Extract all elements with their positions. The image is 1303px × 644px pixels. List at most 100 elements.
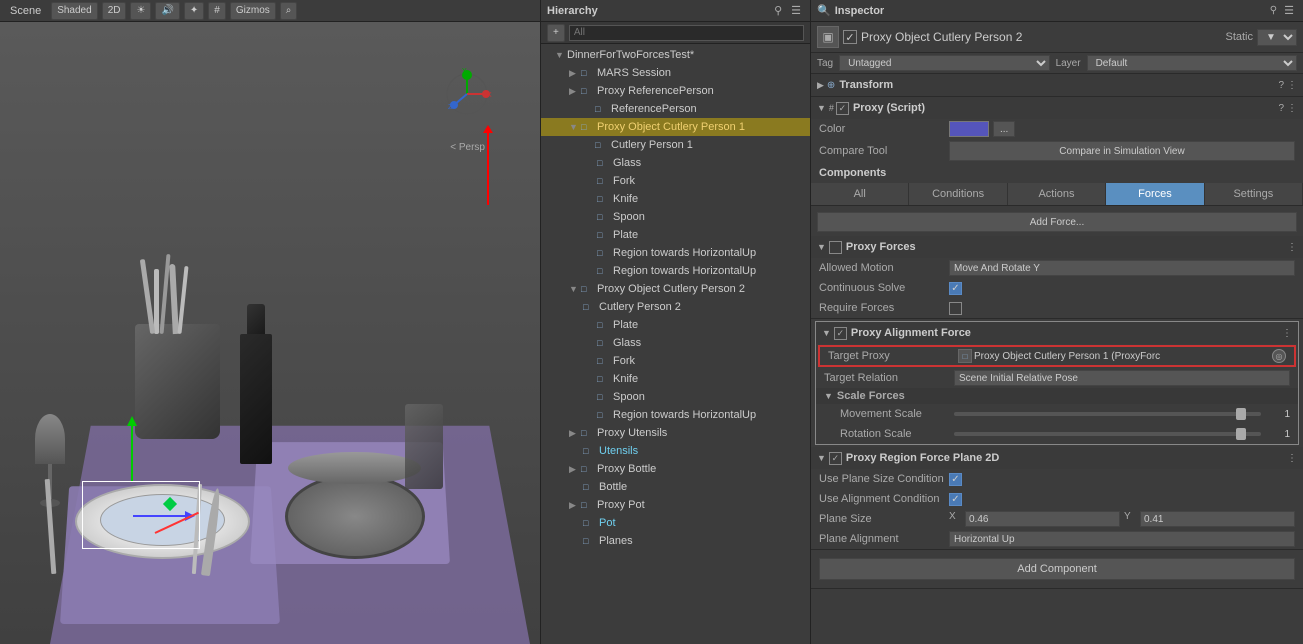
plane-size-xy: X Y — [949, 511, 1295, 527]
list-item[interactable]: ▶ □ Proxy Pot — [541, 496, 810, 514]
2d-button[interactable]: 2D — [102, 2, 127, 20]
list-item[interactable]: □ Knife — [541, 370, 810, 388]
list-item[interactable]: □ Fork — [541, 352, 810, 370]
inspector-header: 🔍 Inspector ⚲ ☰ — [811, 0, 1303, 22]
allowed-motion-dropdown[interactable]: Move And Rotate Y — [949, 260, 1295, 276]
continuous-solve-checkbox[interactable] — [949, 282, 962, 295]
tab-forces[interactable]: Forces — [1106, 183, 1204, 205]
inspector-menu-icon[interactable]: ☰ — [1281, 3, 1297, 18]
plane-size-y-input[interactable] — [1140, 511, 1295, 527]
hierarchy-add-btn[interactable]: + — [547, 24, 565, 42]
spoon1-icon: □ — [597, 212, 611, 222]
hierarchy-content[interactable]: ▼ DinnerForTwoForcesTest* ▶ □ MARS Sessi… — [541, 44, 810, 644]
plane-size-x-input[interactable] — [965, 511, 1120, 527]
fx-btn[interactable]: ✦ — [184, 2, 204, 20]
plane-alignment-dropdown[interactable]: Horizontal Up — [949, 531, 1295, 547]
transform-settings-icon[interactable]: ⋮ — [1287, 80, 1297, 91]
tab-conditions[interactable]: Conditions — [909, 183, 1007, 205]
hierarchy-menu-icon[interactable]: ☰ — [788, 3, 804, 18]
proxy-script-header[interactable]: ▼ # ✓ Proxy (Script) ? ⋮ — [811, 97, 1303, 119]
list-item[interactable]: □ Plate — [541, 316, 810, 334]
proxy-region-menu-icon[interactable]: ⋮ — [1287, 453, 1297, 464]
audio-btn[interactable]: 🔊 — [155, 2, 179, 20]
list-item[interactable]: ▶ □ ReferencePerson — [541, 100, 810, 118]
use-plane-size-checkbox[interactable] — [949, 473, 962, 486]
proxy-align-check[interactable]: ✓ — [834, 327, 847, 340]
compare-simulation-btn[interactable]: Compare in Simulation View — [949, 141, 1295, 161]
rotation-scale-slider[interactable] — [954, 432, 1261, 436]
tab-settings[interactable]: Settings — [1205, 183, 1303, 205]
region1a-icon: □ — [597, 248, 611, 258]
static-dropdown[interactable]: ▼ — [1257, 29, 1297, 46]
proxy-forces-header[interactable]: ▼ Proxy Forces ⋮ — [811, 236, 1303, 258]
movement-scale-slider[interactable] — [954, 412, 1261, 416]
add-force-container: Add Force... — [817, 210, 1297, 232]
color-swatch[interactable] — [949, 121, 989, 137]
proxy2-arrow: ▼ — [569, 284, 581, 294]
tab-all[interactable]: All — [811, 183, 909, 205]
list-item[interactable]: ▶ □ Proxy Bottle — [541, 460, 810, 478]
list-item[interactable]: □ Region towards HorizontalUp — [541, 244, 810, 262]
proxy1-icon: □ — [581, 122, 595, 132]
hierarchy-root-item[interactable]: ▼ DinnerForTwoForcesTest* — [541, 46, 810, 64]
proxy-forces-menu-icon[interactable]: ⋮ — [1287, 242, 1297, 253]
list-item[interactable]: □ Pot — [541, 514, 810, 532]
search-btn[interactable]: ⌕ — [280, 2, 298, 20]
list-item[interactable]: □ Region towards HorizontalUp — [541, 406, 810, 424]
proxy-target-select-btn[interactable]: ◎ — [1272, 349, 1286, 363]
active-checkbox[interactable]: ✓ — [843, 30, 857, 44]
proxy-script-settings-icon[interactable]: ⋮ — [1287, 103, 1297, 114]
proxy-region-check[interactable]: ✓ — [829, 452, 842, 465]
proxy-script-help-icon[interactable]: ? — [1278, 103, 1284, 114]
target-proxy-label: Target Proxy — [828, 350, 958, 362]
add-force-btn[interactable]: Add Force... — [817, 212, 1297, 232]
proxy-script-enable-check[interactable]: ✓ — [836, 102, 849, 115]
refperson-label: ReferencePerson — [611, 103, 697, 115]
list-item[interactable]: ▶ □ Proxy Utensils — [541, 424, 810, 442]
target-relation-dropdown[interactable]: Scene Initial Relative Pose — [954, 370, 1290, 386]
lighting-btn[interactable]: ☀ — [130, 2, 151, 20]
transform-header[interactable]: ▶ ⊕ Transform ? ⋮ — [811, 74, 1303, 96]
list-item[interactable]: □ Cutlery Person 2 — [541, 298, 810, 316]
proxy-cutlery-2-item[interactable]: ▼ □ Proxy Object Cutlery Person 2 — [541, 280, 810, 298]
list-item[interactable]: ▶ □ Proxy ReferencePerson — [541, 82, 810, 100]
hierarchy-search-input[interactable] — [569, 25, 804, 41]
tag-dropdown[interactable]: Untagged — [839, 55, 1049, 71]
list-item[interactable]: □ Glass — [541, 154, 810, 172]
compare-tool-value: Compare in Simulation View — [949, 141, 1295, 161]
list-item[interactable]: □ Plate — [541, 226, 810, 244]
layer-dropdown[interactable]: Default — [1087, 55, 1297, 71]
gizmos-btn[interactable]: Gizmos — [230, 2, 276, 20]
list-item[interactable]: ▶ □ MARS Session — [541, 64, 810, 82]
list-item[interactable]: □ Glass — [541, 334, 810, 352]
require-forces-checkbox[interactable] — [949, 302, 962, 315]
list-item[interactable]: ▶ □ Cutlery Person 1 — [541, 136, 810, 154]
transform-help-icon[interactable]: ? — [1278, 80, 1284, 91]
persp-label: < Persp — [450, 142, 485, 153]
proxy-script-title: Proxy (Script) — [853, 102, 1279, 114]
use-alignment-checkbox[interactable] — [949, 493, 962, 506]
proxy-forces-check[interactable] — [829, 241, 842, 254]
list-item[interactable]: □ Spoon — [541, 388, 810, 406]
tab-actions[interactable]: Actions — [1008, 183, 1106, 205]
proxy-align-header[interactable]: ▼ ✓ Proxy Alignment Force ⋮ — [816, 322, 1298, 344]
list-item[interactable]: □ Spoon — [541, 208, 810, 226]
proxy-cutlery-1-item[interactable]: ▼ □ Proxy Object Cutlery Person 1 — [541, 118, 810, 136]
list-item[interactable]: □ Knife — [541, 190, 810, 208]
list-item[interactable]: □ Utensils — [541, 442, 810, 460]
shading-dropdown[interactable]: Shaded — [51, 2, 97, 20]
proxy-region-arrow-icon: ▼ — [817, 453, 826, 463]
list-item[interactable]: □ Bottle — [541, 478, 810, 496]
movement-scale-label: Movement Scale — [824, 408, 954, 420]
inspector-lock-icon[interactable]: ⚲ — [1270, 5, 1277, 16]
proxy-align-menu-icon[interactable]: ⋮ — [1282, 328, 1292, 339]
proxy-region-header[interactable]: ▼ ✓ Proxy Region Force Plane 2D ⋮ — [811, 447, 1303, 469]
color-dots-btn[interactable]: ... — [993, 121, 1015, 137]
pot-object — [285, 474, 425, 559]
grid-btn[interactable]: # — [208, 2, 226, 20]
hierarchy-lock-icon[interactable]: ⚲ — [771, 3, 785, 18]
list-item[interactable]: □ Fork — [541, 172, 810, 190]
add-component-btn[interactable]: Add Component — [819, 558, 1295, 580]
list-item[interactable]: □ Region towards HorizontalUp — [541, 262, 810, 280]
list-item[interactable]: □ Planes — [541, 532, 810, 550]
